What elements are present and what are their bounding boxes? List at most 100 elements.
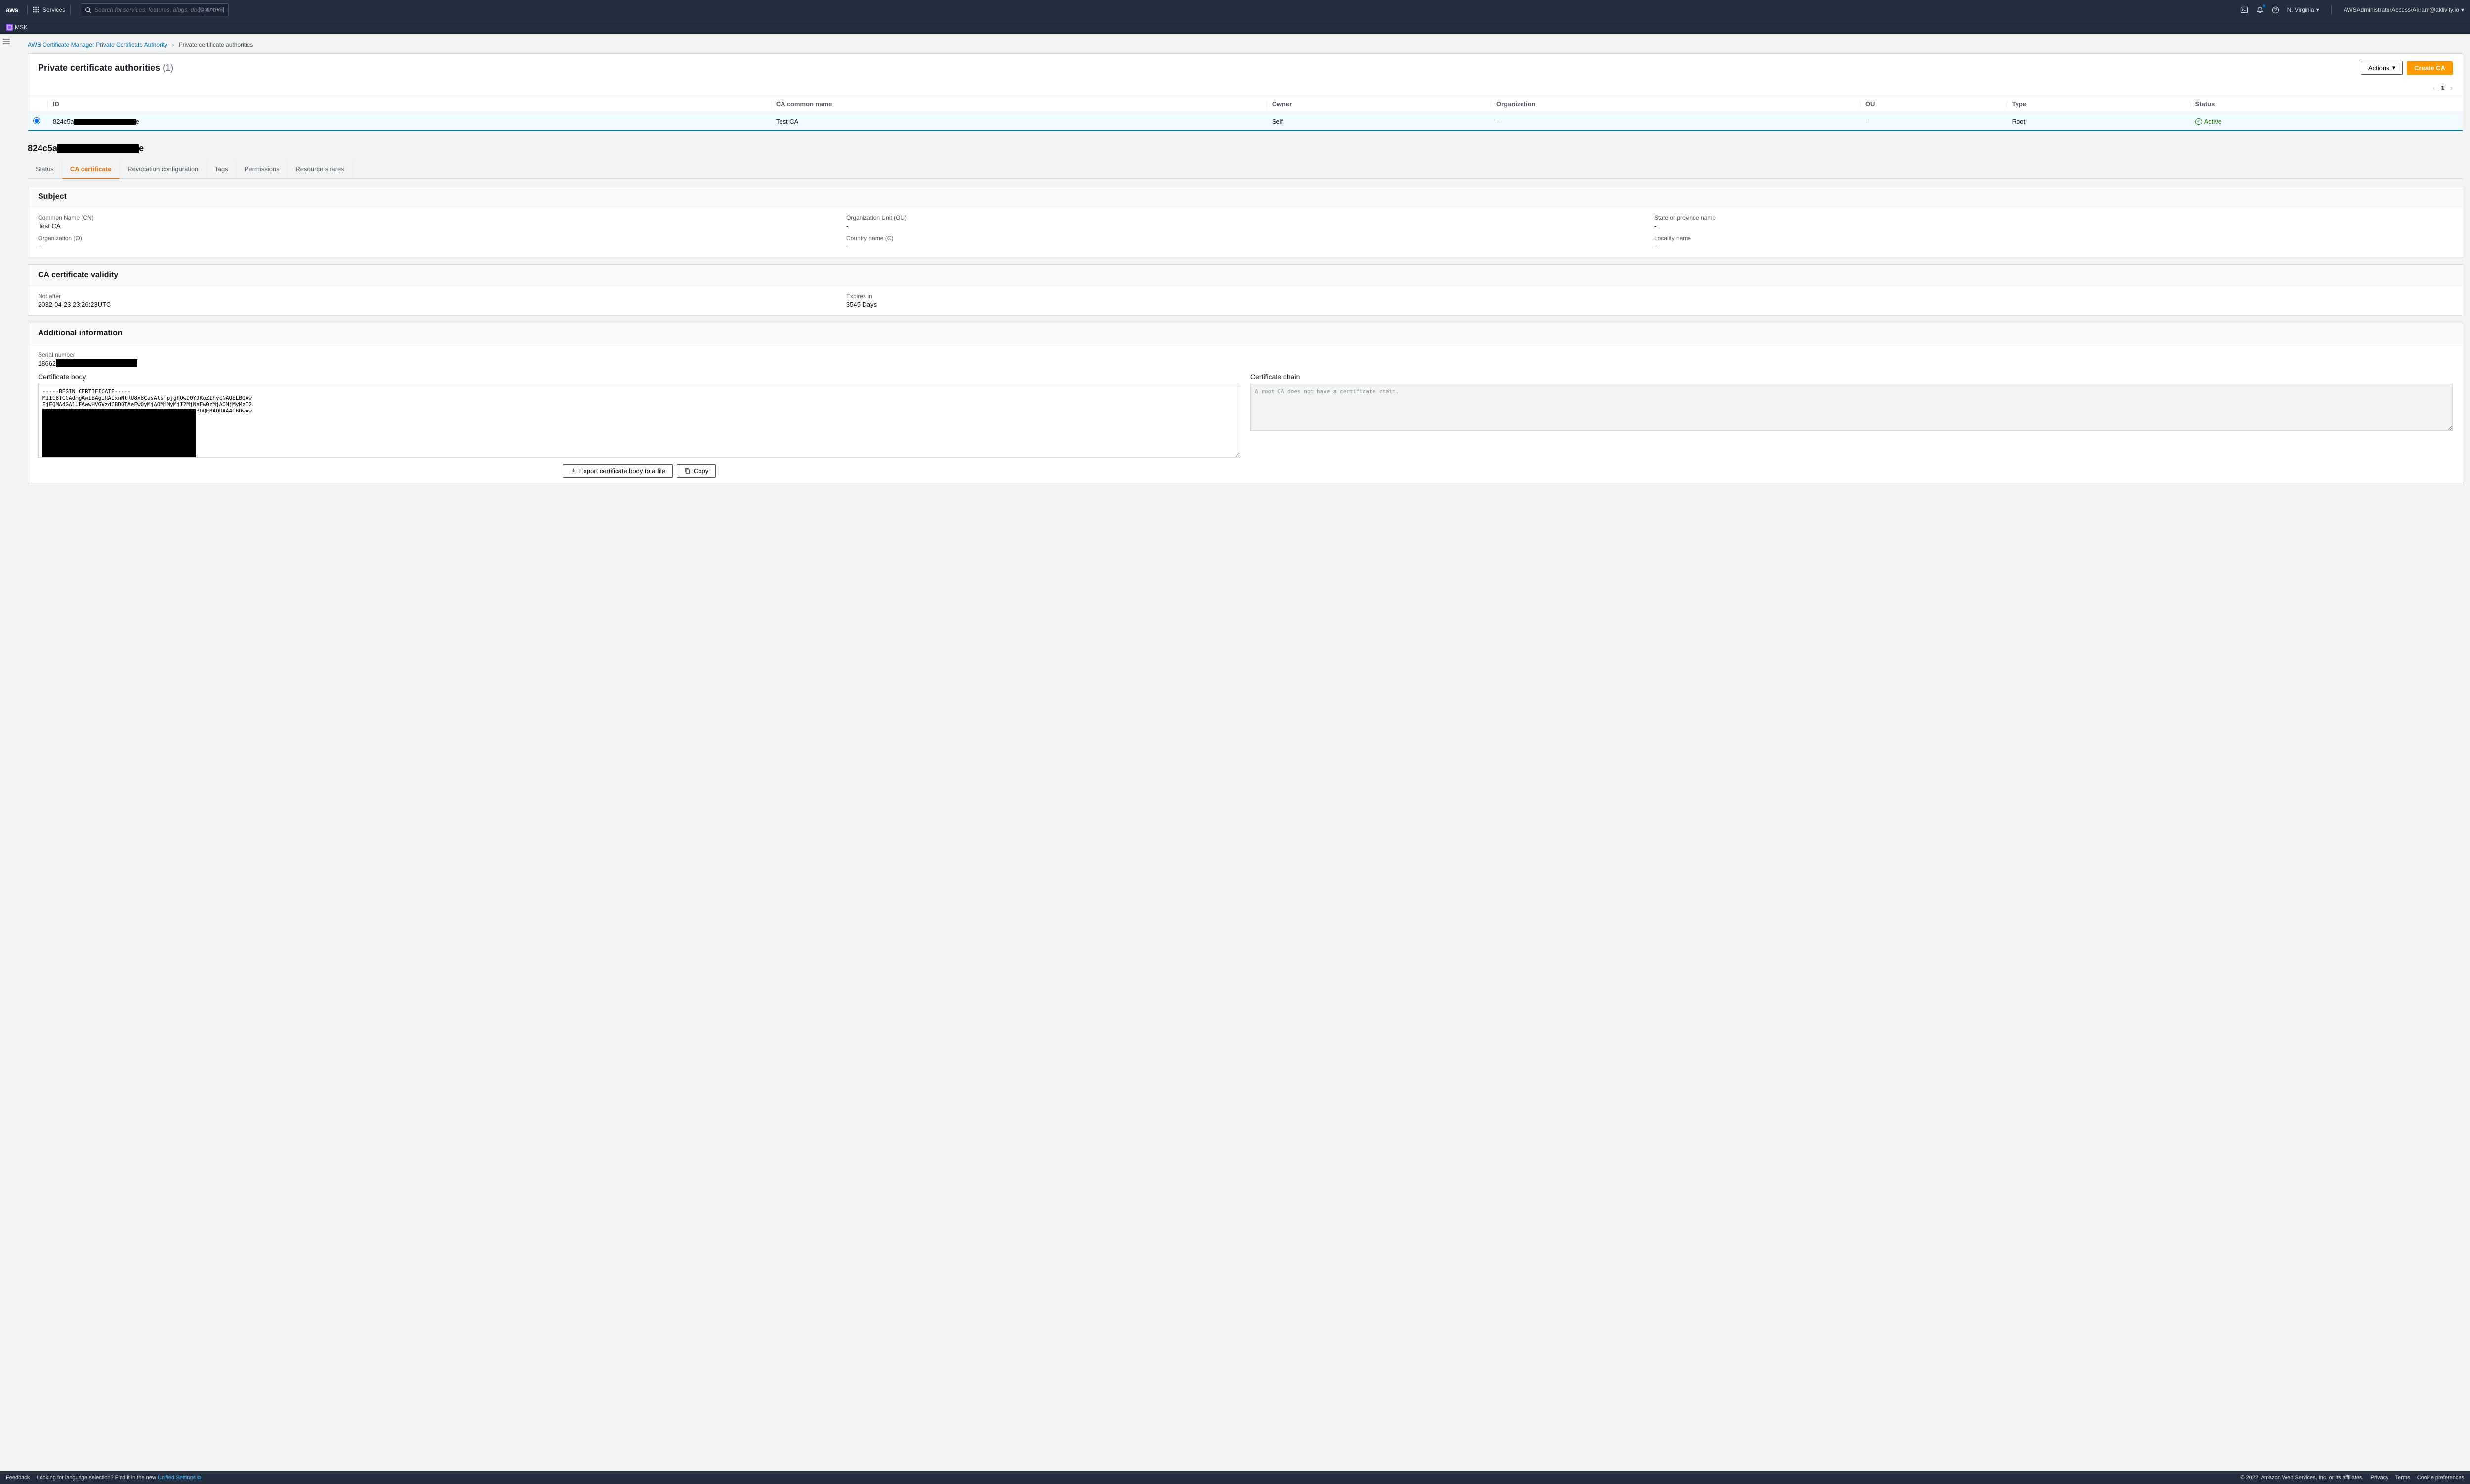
expires-value: 3545 Days — [846, 301, 1645, 308]
o-value: - — [38, 243, 836, 250]
validity-section: CA certificate validity Not after 2032-0… — [28, 264, 2463, 316]
col-ou[interactable]: OU — [1860, 96, 2007, 112]
serial-label: Serial number — [38, 351, 2453, 358]
cert-body-textarea[interactable] — [38, 384, 1240, 458]
page-number: 1 — [2441, 84, 2444, 92]
detail-heading: 824c5ae — [18, 138, 2463, 161]
breadcrumb-root[interactable]: AWS Certificate Manager Private Certific… — [28, 41, 167, 48]
row-radio[interactable] — [33, 117, 40, 124]
panel-title: Private certificate authorities (1) — [38, 63, 173, 73]
tab-status[interactable]: Status — [28, 161, 62, 178]
msk-label: MSK — [15, 24, 28, 31]
unified-settings-link[interactable]: Unified Settings ⧉ — [158, 1475, 201, 1481]
cert-chain-textarea[interactable] — [1250, 384, 2453, 431]
cloudshell-icon[interactable] — [2240, 5, 2249, 14]
additional-section: Additional information Serial number 186… — [28, 323, 2463, 485]
notifications-icon[interactable] — [2256, 5, 2264, 14]
col-owner[interactable]: Owner — [1267, 96, 1491, 112]
tab-resource-shares[interactable]: Resource shares — [288, 161, 353, 178]
breadcrumb-current: Private certificate authorities — [179, 41, 253, 48]
export-cert-button[interactable]: Export certificate body to a file — [563, 464, 673, 478]
breadcrumb: AWS Certificate Manager Private Certific… — [18, 39, 2463, 53]
col-type[interactable]: Type — [2007, 96, 2190, 112]
pagination: ‹ 1 › — [28, 82, 2463, 96]
msk-icon — [6, 24, 13, 31]
col-cn[interactable]: CA common name — [771, 96, 1267, 112]
item-count: (1) — [163, 63, 173, 73]
section-title: Subject — [38, 192, 2453, 201]
sidebar-toggle[interactable] — [3, 39, 10, 44]
actions-button[interactable]: Actions ▾ — [2361, 61, 2403, 75]
subject-section: Subject Common Name (CN) Test CA Organiz… — [28, 186, 2463, 257]
privacy-link[interactable]: Privacy — [2371, 1475, 2388, 1481]
create-ca-button[interactable]: Create CA — [2407, 61, 2453, 75]
terms-link[interactable]: Terms — [2395, 1475, 2410, 1481]
redacted-block — [42, 409, 196, 457]
col-status[interactable]: Status — [2190, 96, 2463, 112]
col-org[interactable]: Organization — [1491, 96, 1860, 112]
nav-separator — [27, 5, 28, 14]
cert-chain-title: Certificate chain — [1250, 373, 2453, 381]
ca-table: ID CA common name Owner Organization OU … — [28, 96, 2463, 131]
check-circle-icon: ✓ — [2195, 118, 2202, 125]
detail-tabs: Status CA certificate Revocation configu… — [28, 161, 2463, 179]
main-content: AWS Certificate Manager Private Certific… — [11, 34, 2470, 505]
not-after-value: 2032-04-23 23:26:23UTC — [38, 301, 836, 308]
prev-page-button[interactable]: ‹ — [2433, 84, 2435, 92]
section-title: Additional information — [38, 329, 2453, 338]
copyright: © 2022, Amazon Web Services, Inc. or its… — [2240, 1475, 2363, 1481]
search-icon — [85, 7, 91, 13]
cell-owner: Self — [1267, 112, 1491, 131]
tab-ca-certificate[interactable]: CA certificate — [62, 161, 120, 179]
feedback-link[interactable]: Feedback — [6, 1475, 30, 1481]
region-selector[interactable]: N. Virginia ▾ — [2287, 6, 2319, 13]
locality-label: Locality name — [1654, 235, 2453, 242]
footer: Feedback Looking for language selection?… — [0, 1471, 2470, 1484]
nav-separator — [2331, 5, 2332, 14]
caret-down-icon: ▾ — [2392, 64, 2396, 72]
c-value: - — [846, 243, 1645, 250]
copy-icon — [684, 468, 691, 474]
copy-cert-button[interactable]: Copy — [677, 464, 716, 478]
external-link-icon: ⧉ — [197, 1475, 201, 1481]
services-menu[interactable]: Services — [33, 6, 65, 13]
caret-down-icon: ▾ — [2316, 6, 2319, 13]
expires-label: Expires in — [846, 293, 1645, 300]
aws-logo[interactable]: aws — [6, 6, 18, 14]
serial-value: 18662 — [38, 359, 2453, 367]
services-label: Services — [42, 6, 65, 13]
cert-body-title: Certificate body — [38, 373, 1240, 381]
state-value: - — [1654, 222, 2453, 230]
cn-value: Test CA — [38, 222, 836, 230]
favorite-msk[interactable]: MSK — [6, 24, 28, 31]
favorites-bar: MSK — [0, 20, 2470, 34]
ca-list-panel: Private certificate authorities (1) Acti… — [28, 53, 2463, 131]
tab-permissions[interactable]: Permissions — [237, 161, 288, 178]
search-box[interactable]: [Option+S] — [81, 3, 229, 16]
table-row[interactable]: 824c5ae Test CA Self - - Root ✓Active — [28, 112, 2463, 131]
help-icon[interactable] — [2271, 5, 2280, 14]
cell-cn: Test CA — [771, 112, 1267, 131]
tab-revocation[interactable]: Revocation configuration — [120, 161, 206, 178]
search-shortcut: [Option+S] — [199, 7, 224, 13]
cell-type: Root — [2007, 112, 2190, 131]
col-id[interactable]: ID — [48, 96, 771, 112]
tab-tags[interactable]: Tags — [206, 161, 236, 178]
region-label: N. Virginia — [2287, 6, 2314, 13]
locality-value: - — [1654, 243, 2453, 250]
c-label: Country name (C) — [846, 235, 1645, 242]
cookie-link[interactable]: Cookie preferences — [2417, 1475, 2464, 1481]
cell-org: - — [1491, 112, 1860, 131]
not-after-label: Not after — [38, 293, 836, 300]
section-title: CA certificate validity — [38, 271, 2453, 280]
account-selector[interactable]: AWSAdministratorAccess/Akram@aklivity.io… — [2344, 6, 2464, 13]
lang-hint: Looking for language selection? Find it … — [37, 1475, 201, 1481]
next-page-button[interactable]: › — [2451, 84, 2453, 92]
nav-separator — [70, 5, 71, 14]
cell-ou: - — [1860, 112, 2007, 131]
ou-value: - — [846, 222, 1645, 230]
ou-label: Organization Unit (OU) — [846, 214, 1645, 221]
chevron-right-icon: › — [172, 41, 174, 48]
o-label: Organization (O) — [38, 235, 836, 242]
grid-icon — [33, 6, 40, 13]
